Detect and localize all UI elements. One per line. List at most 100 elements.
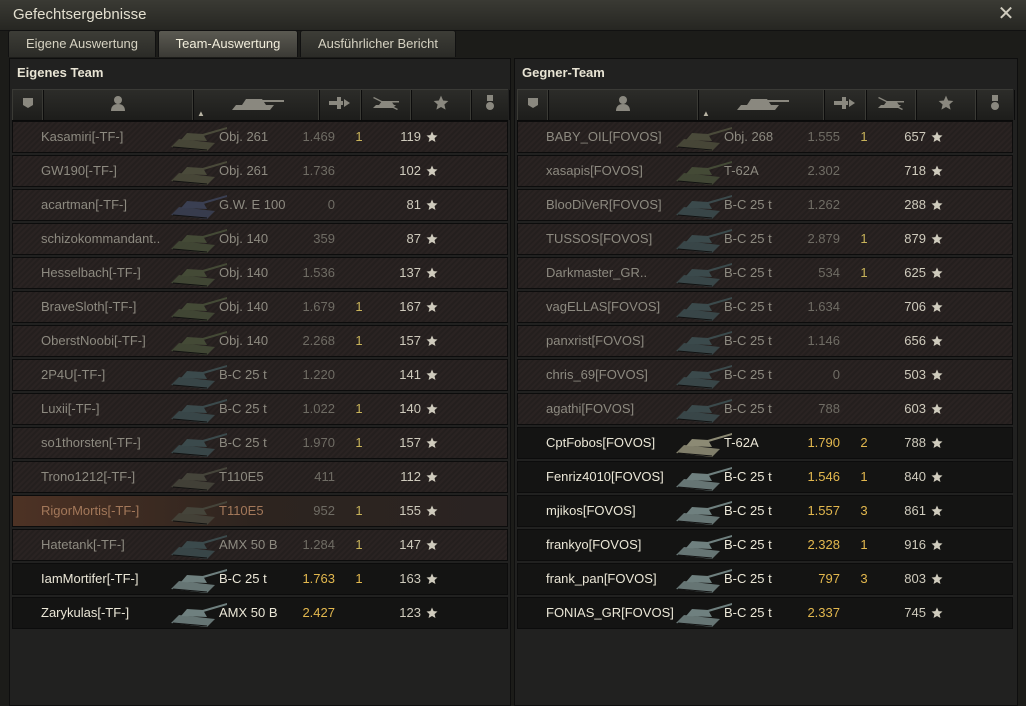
kills-value: 1 xyxy=(355,401,363,416)
player-row[interactable]: BlooDiVeR[FOVOS] B-C 25 t 1.262 288 xyxy=(517,189,1013,221)
player-row[interactable]: Darkmaster_GR.. B-C 25 t 534 1 625 xyxy=(517,257,1013,289)
player-row[interactable]: Hesselbach[-TF-] Obj. 140 1.536 137 xyxy=(12,257,508,289)
player-row[interactable]: Zarykulas[-TF-] AMX 50 B 2.427 123 xyxy=(12,597,508,629)
player-row[interactable]: chris_69[FOVOS] B-C 25 t 0 503 xyxy=(517,359,1013,391)
xp-star-icon xyxy=(938,95,954,116)
window-titlebar: Gefechtsergebnisse ✕ xyxy=(0,0,1026,31)
player-name: so1thorsten[-TF-] xyxy=(41,435,141,450)
player-row[interactable]: frank_pan[FOVOS] B-C 25 t 797 3 803 xyxy=(517,563,1013,595)
player-name: IamMortifer[-TF-] xyxy=(41,571,139,586)
player-row[interactable]: Trono1212[-TF-] T110E5 411 112 xyxy=(12,461,508,493)
xp-value: 288 xyxy=(904,197,926,212)
xp-value: 657 xyxy=(904,129,926,144)
xp-value: 102 xyxy=(399,163,421,178)
column-header-tank[interactable]: ▲ xyxy=(192,90,320,120)
player-row[interactable]: so1thorsten[-TF-] B-C 25 t 1.970 1 157 xyxy=(12,427,508,459)
damage-value: 534 xyxy=(818,265,840,280)
damage-icon xyxy=(329,96,351,115)
damage-value: 359 xyxy=(313,231,335,246)
player-row[interactable]: BABY_OIL[FOVOS] Obj. 268 1.555 1 657 xyxy=(517,121,1013,153)
player-name: chris_69[FOVOS] xyxy=(546,367,648,382)
column-header-squad[interactable] xyxy=(517,90,549,120)
column-header-player[interactable] xyxy=(547,90,699,120)
damage-value: 1.146 xyxy=(807,333,840,348)
player-row[interactable]: acartman[-TF-] G.W. E 100 0 81 xyxy=(12,189,508,221)
column-header-squad[interactable] xyxy=(12,90,44,120)
damage-value: 1.536 xyxy=(302,265,335,280)
xp-value: 87 xyxy=(406,231,421,246)
xp-value: 147 xyxy=(399,537,421,552)
player-row[interactable]: GW190[-TF-] Obj. 261 1.736 102 xyxy=(12,155,508,187)
player-row[interactable]: Hatetank[-TF-] AMX 50 B 1.284 1 147 xyxy=(12,529,508,561)
column-header-tank[interactable]: ▲ xyxy=(697,90,825,120)
player-row[interactable]: RigorMortis[-TF-] T110E5 952 1 155 xyxy=(12,495,508,527)
player-name: RigorMortis[-TF-] xyxy=(41,503,140,518)
damage-value: 797 xyxy=(818,571,840,586)
player-row[interactable]: schizokommandant.. Obj. 140 359 87 xyxy=(12,223,508,255)
player-row[interactable]: Kasamiri[-TF-] Obj. 261 1.469 1 119 xyxy=(12,121,508,153)
xp-value: 603 xyxy=(904,401,926,416)
player-row[interactable]: frankyo[FOVOS] B-C 25 t 2.328 1 916 xyxy=(517,529,1013,561)
enemy-team-header: ▲ xyxy=(517,89,1015,121)
player-row[interactable]: OberstNoobi[-TF-] Obj. 140 2.268 1 157 xyxy=(12,325,508,357)
player-row[interactable]: BraveSloth[-TF-] Obj. 140 1.679 1 167 xyxy=(12,291,508,323)
player-name: Kasamiri[-TF-] xyxy=(41,129,124,144)
tab-ausfuehrlicher-bericht[interactable]: Ausführlicher Bericht xyxy=(300,30,456,57)
kills-value: 2 xyxy=(860,435,868,450)
player-row[interactable]: Luxii[-TF-] B-C 25 t 1.022 1 140 xyxy=(12,393,508,425)
column-header-damage[interactable] xyxy=(318,90,362,120)
kills-icon xyxy=(371,96,401,115)
kills-value: 1 xyxy=(355,571,363,586)
player-name: xasapis[FOVOS] xyxy=(546,163,643,178)
window-title: Gefechtsergebnisse xyxy=(13,6,147,23)
column-header-kills[interactable] xyxy=(865,90,917,120)
column-header-player[interactable] xyxy=(42,90,194,120)
player-row[interactable]: IamMortifer[-TF-] B-C 25 t 1.763 1 163 xyxy=(12,563,508,595)
column-header-kills[interactable] xyxy=(360,90,412,120)
player-row[interactable]: xasapis[FOVOS] T-62A 2.302 718 xyxy=(517,155,1013,187)
kills-icon xyxy=(876,96,906,115)
column-header-xp-star[interactable] xyxy=(410,90,472,120)
kills-value xyxy=(347,360,371,390)
player-name: 2P4U[-TF-] xyxy=(41,367,106,382)
close-icon[interactable]: ✕ xyxy=(996,4,1016,24)
player-name: GW190[-TF-] xyxy=(41,163,117,178)
player-row[interactable]: panxrist[FOVOS] B-C 25 t 1.146 656 xyxy=(517,325,1013,357)
player-name: Luxii[-TF-] xyxy=(41,401,100,416)
tab-team-auswertung[interactable]: Team-Auswertung xyxy=(158,30,298,57)
player-row[interactable]: TUSSOS[FOVOS] B-C 25 t 2.879 1 879 xyxy=(517,223,1013,255)
player-name: CptFobos[FOVOS] xyxy=(546,435,656,450)
damage-value: 1.557 xyxy=(807,503,840,518)
kills-value xyxy=(852,598,876,628)
player-row[interactable]: mjikos[FOVOS] B-C 25 t 1.557 3 861 xyxy=(517,495,1013,527)
xp-value: 140 xyxy=(399,401,421,416)
squad-icon xyxy=(526,96,540,115)
player-row[interactable]: FONIAS_GR[FOVOS] B-C 25 t 2.337 745 xyxy=(517,597,1013,629)
damage-value: 2.427 xyxy=(302,605,335,620)
xp-value: 625 xyxy=(904,265,926,280)
player-row[interactable]: vagELLAS[FOVOS] B-C 25 t 1.634 706 xyxy=(517,291,1013,323)
column-header-medal[interactable] xyxy=(470,90,510,120)
player-row[interactable]: agathi[FOVOS] B-C 25 t 788 603 xyxy=(517,393,1013,425)
xp-value: 155 xyxy=(399,503,421,518)
player-name: BABY_OIL[FOVOS] xyxy=(546,129,662,144)
player-name: BraveSloth[-TF-] xyxy=(41,299,137,314)
own-team-title: Eigenes Team xyxy=(17,65,104,80)
player-row[interactable]: Fenriz4010[FOVOS] B-C 25 t 1.546 1 840 xyxy=(517,461,1013,493)
player-row[interactable]: 2P4U[-TF-] B-C 25 t 1.220 141 xyxy=(12,359,508,391)
tab-eigene-auswertung[interactable]: Eigene Auswertung xyxy=(8,30,156,57)
column-header-xp-star[interactable] xyxy=(915,90,977,120)
damage-value: 2.328 xyxy=(807,537,840,552)
xp-value: 112 xyxy=(400,469,421,484)
xp-value: 141 xyxy=(399,367,421,382)
player-name: frank_pan[FOVOS] xyxy=(546,571,657,586)
kills-value: 1 xyxy=(860,537,868,552)
column-header-medal[interactable] xyxy=(975,90,1015,120)
kills-value xyxy=(852,292,876,322)
damage-value: 1.634 xyxy=(807,299,840,314)
column-header-damage[interactable] xyxy=(823,90,867,120)
player-name: Hesselbach[-TF-] xyxy=(41,265,141,280)
player-name: frankyo[FOVOS] xyxy=(546,537,642,552)
player-row[interactable]: CptFobos[FOVOS] T-62A 1.790 2 788 xyxy=(517,427,1013,459)
kills-value xyxy=(347,598,371,628)
